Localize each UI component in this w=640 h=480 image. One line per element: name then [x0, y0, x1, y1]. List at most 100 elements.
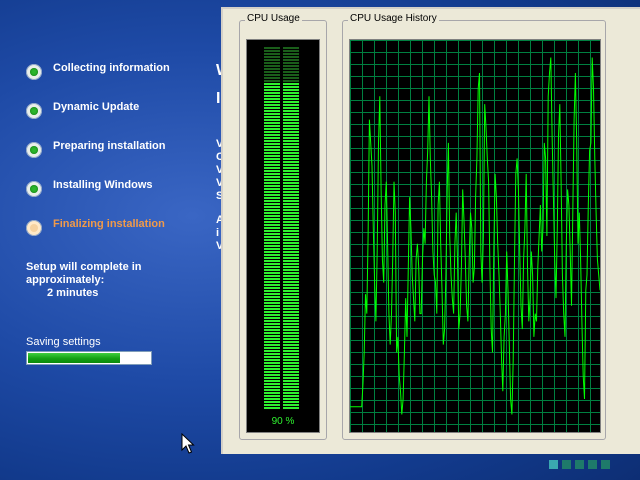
cpu-meter-segment-on	[264, 401, 280, 403]
cpu-meter-segment-on	[283, 122, 299, 124]
cpu-meter-segment-on	[264, 263, 280, 265]
cpu-meter-segment-on	[283, 266, 299, 268]
cpu-meter-segment-on	[283, 332, 299, 334]
cpu-meter-segment-on	[283, 326, 299, 328]
cpu-meter-segment-on	[283, 167, 299, 169]
cpu-meter-segment-on	[283, 347, 299, 349]
step-finalizing-installation: Finalizing installation	[26, 218, 216, 257]
cpu-meter-segment-on	[283, 359, 299, 361]
cpu-meter-segment-on	[264, 212, 280, 214]
cpu-meter-segment-on	[283, 131, 299, 133]
background-text-fragment: I	[216, 90, 221, 107]
cpu-meter-segment-on	[264, 173, 280, 175]
cpu-meter-segment-on	[283, 119, 299, 121]
cpu-meter-segment-on	[264, 284, 280, 286]
step-preparing-installation: Preparing installation	[26, 140, 216, 179]
cpu-meter-segment-on	[283, 182, 299, 184]
cpu-meter-segment-on	[283, 221, 299, 223]
cpu-meter-segment-on	[283, 152, 299, 154]
cpu-meter-segment-on	[283, 335, 299, 337]
cpu-meter-segment-on	[283, 254, 299, 256]
step-check-icon	[26, 64, 42, 80]
cpu-meter-segment-on	[283, 179, 299, 181]
cpu-meter-segment-on	[283, 176, 299, 178]
activity-square	[588, 460, 597, 469]
cpu-meter-segment-off	[264, 71, 280, 73]
cpu-meter-segment-on	[283, 146, 299, 148]
cpu-meter-segment-off	[264, 50, 280, 52]
cpu-meter-segment-on	[283, 248, 299, 250]
eta-line-2: approximately:	[26, 274, 105, 286]
cpu-meter-segment-on	[264, 389, 280, 391]
cpu-meter-segment-off	[283, 50, 299, 52]
cpu-meter-segment-on	[264, 140, 280, 142]
cpu-meter-segment-on	[264, 380, 280, 382]
setup-steps-list: Collecting information Dynamic Update Pr…	[26, 62, 216, 257]
cpu-meter-segment-off	[283, 68, 299, 70]
cpu-meter-segment-on	[283, 113, 299, 115]
cpu-meter-segment-on	[283, 134, 299, 136]
cpu-meter-segment-off	[283, 47, 299, 49]
cpu-meter-segment-on	[264, 386, 280, 388]
step-check-icon	[26, 181, 42, 197]
cpu-meter-segment-on	[283, 392, 299, 394]
cpu-meter-segment-on	[264, 392, 280, 394]
cpu-meter-segment-on	[264, 194, 280, 196]
cpu-meter-segment-on	[283, 140, 299, 142]
cpu-meter-segment-on	[283, 98, 299, 100]
cpu-meter-segment-on	[283, 143, 299, 145]
cpu-meter-segment-on	[264, 134, 280, 136]
cpu-meter-segment-on	[264, 185, 280, 187]
cpu-meter-segment-on	[264, 119, 280, 121]
cpu-meter-segment-on	[264, 281, 280, 283]
cpu-meter-segment-on	[283, 377, 299, 379]
step-label: Finalizing installation	[53, 218, 165, 230]
cpu-meter-segment-on	[283, 317, 299, 319]
cpu-meter-segment-on	[283, 215, 299, 217]
eta-line-1: Setup will complete in	[26, 261, 142, 273]
cpu-meter-segment-on	[264, 239, 280, 241]
cpu-meter-segment-on	[283, 305, 299, 307]
cpu-meter-segment-on	[264, 314, 280, 316]
cpu-meter-segment-on	[283, 296, 299, 298]
cpu-meter-segment-on	[283, 251, 299, 253]
time-remaining: Setup will complete in approximately: 2 …	[26, 261, 206, 300]
cpu-meter-segment-on	[283, 164, 299, 166]
cpu-meter-segment-on	[264, 377, 280, 379]
cpu-meter-segment-on	[283, 374, 299, 376]
cpu-meter-segment-on	[283, 257, 299, 259]
cpu-meter-segment-on	[264, 257, 280, 259]
cpu-meter-segment-on	[283, 194, 299, 196]
cpu-meter-segment-on	[283, 308, 299, 310]
cpu-meter-segment-on	[283, 260, 299, 262]
cpu-meter-segment-on	[283, 383, 299, 385]
cpu-meter-segment-on	[283, 299, 299, 301]
cpu-meter-segment-off	[264, 59, 280, 61]
cpu-meter-segment-on	[264, 338, 280, 340]
cpu-meter-segment-on	[283, 230, 299, 232]
cpu-meter-segment-on	[264, 365, 280, 367]
cpu-meter-segment-on	[283, 302, 299, 304]
cpu-meter-segment-off	[283, 53, 299, 55]
arrow-cursor-icon	[181, 433, 195, 454]
cpu-usage-meter: 90 %	[246, 39, 320, 433]
step-check-icon	[26, 142, 42, 158]
cpu-meter-segment-on	[283, 404, 299, 406]
cpu-meter-segment-on	[264, 266, 280, 268]
cpu-meter-segment-on	[264, 305, 280, 307]
cpu-meter-segment-on	[283, 116, 299, 118]
eta-time: 2 minutes	[47, 287, 99, 299]
cpu-meter-segment-on	[283, 290, 299, 292]
cpu-meter-segment-on	[283, 188, 299, 190]
cpu-meter-segment-on	[264, 155, 280, 157]
cpu-meter-segment-on	[283, 224, 299, 226]
cpu-meter-segment-on	[283, 197, 299, 199]
cpu-meter-segment-on	[264, 398, 280, 400]
cpu-meter-segment-on	[264, 308, 280, 310]
step-current-icon	[26, 220, 42, 236]
step-label: Dynamic Update	[53, 101, 140, 113]
cpu-meter-segment-on	[283, 92, 299, 94]
cpu-meter-segment-on	[264, 161, 280, 163]
cpu-meter-segment-on	[264, 248, 280, 250]
cpu-meter-segment-on	[283, 293, 299, 295]
